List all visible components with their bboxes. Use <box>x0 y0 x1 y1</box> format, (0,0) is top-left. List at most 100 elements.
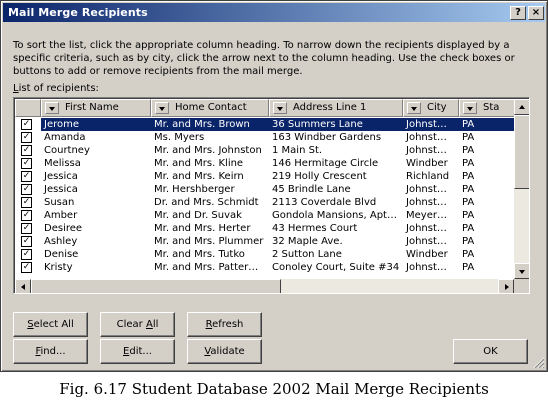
table-row[interactable]: ✓ Kristy Mr. and Mrs. Patter… Conoley Court… <box>15 261 515 274</box>
cell-contact: Mr. and Mrs. Herter <box>154 223 251 234</box>
list-of-recipients-label: List of recipients: <box>13 83 99 94</box>
cell-state: PA <box>462 171 475 182</box>
cell-address: 45 Brindle Lane <box>272 184 351 195</box>
cell-contact: Mr. and Mrs. Tutko <box>154 249 245 260</box>
header-state[interactable]: Sta <box>459 99 515 117</box>
refresh-button[interactable]: Refresh <box>187 312 262 337</box>
table-row[interactable]: ✓ Jessica Mr. and Mrs. Keirn 219 Holly Cres… <box>15 170 515 183</box>
table-row[interactable]: ✓ Susan Dr. and Mrs. Schmidt 2113 Coverdale… <box>15 196 515 209</box>
cell-contact: Mr. and Mrs. Patter… <box>154 262 259 273</box>
cell-first: Kristy <box>44 262 73 273</box>
cell-first: Desiree <box>44 223 83 234</box>
cell-contact: Mr. and Mrs. Plummer <box>154 236 264 247</box>
horizontal-scrollbar[interactable] <box>15 279 514 293</box>
cell-city: Johnst… <box>406 262 447 273</box>
clear-all-button[interactable]: Clear All <box>100 312 175 337</box>
arrow-down-icon <box>519 270 525 274</box>
mail-merge-recipients-dialog: Mail Merge Recipients ? × To sort the li… <box>0 0 548 372</box>
scroll-up-button[interactable] <box>514 99 529 115</box>
scrollbar-corner <box>514 279 529 293</box>
select-all-button[interactable]: Select All <box>13 312 88 337</box>
arrow-right-icon <box>505 284 509 290</box>
recipient-checkbox[interactable]: ✓ <box>21 132 32 143</box>
table-row[interactable]: ✓ Desiree Mr. and Mrs. Herter 43 Hermes Cou… <box>15 222 515 235</box>
vertical-scrollbar[interactable] <box>514 99 529 279</box>
cell-state: PA <box>462 210 475 221</box>
recipient-checkbox[interactable]: ✓ <box>21 184 32 195</box>
recipient-checkbox[interactable]: ✓ <box>21 197 32 208</box>
table-row[interactable]: ✓ Jerome Mr. and Mrs. Brown 36 Summers Lane… <box>15 118 515 131</box>
cell-first: Susan <box>44 197 75 208</box>
cell-address: 36 Summers Lane <box>269 118 403 131</box>
cell-first: Courtney <box>44 145 90 156</box>
recipient-checkbox[interactable]: ✓ <box>21 223 32 234</box>
header-checkbox-column[interactable] <box>15 99 41 117</box>
cell-first: Jerome <box>41 118 151 131</box>
table-row[interactable]: ✓ Melissa Mr. and Mrs. Kline 146 Hermitage … <box>15 157 515 170</box>
cell-state: PA <box>462 132 475 143</box>
resize-grip-icon[interactable] <box>533 357 545 369</box>
table-row[interactable]: ✓ Amanda Ms. Myers 163 Windber Gardens Johns… <box>15 131 515 144</box>
recipient-checkbox[interactable]: ✓ <box>21 171 32 182</box>
cell-city: Johnst… <box>406 132 447 143</box>
header-city[interactable]: City <box>403 99 459 117</box>
column-header-row: First Name Home Contact Address Line 1 C… <box>15 99 515 117</box>
recipient-checkbox[interactable]: ✓ <box>21 119 32 130</box>
cell-contact: Mr. and Mrs. Kline <box>154 158 244 169</box>
recipient-checkbox[interactable]: ✓ <box>21 236 32 247</box>
cell-contact: Dr. and Mrs. Schmidt <box>154 197 259 208</box>
cell-address: Gondola Mansions, Apt… <box>272 210 397 221</box>
header-address-line-1[interactable]: Address Line 1 <box>269 99 403 117</box>
recipient-checkbox[interactable]: ✓ <box>21 210 32 221</box>
table-row[interactable]: ✓ Courtney Mr. and Mrs. Johnston 1 Main St.… <box>15 144 515 157</box>
scroll-left-button[interactable] <box>15 279 31 293</box>
filter-arrow-icon[interactable] <box>45 102 59 114</box>
instructions-text: To sort the list, click the appropriate … <box>13 40 515 77</box>
cell-city: Windber <box>406 158 448 169</box>
scroll-right-button[interactable] <box>498 279 514 293</box>
close-button[interactable]: × <box>528 6 544 20</box>
recipient-checkbox[interactable]: ✓ <box>21 262 32 273</box>
cell-address: 163 Windber Gardens <box>272 132 382 143</box>
cell-address: Conoley Court, Suite #34 <box>272 262 400 273</box>
table-row[interactable]: ✓ Jessica Mr. Hershberger 45 Brindle Lane Jo… <box>15 183 515 196</box>
cell-contact: Mr. and Mrs. Johnston <box>154 145 262 156</box>
help-button[interactable]: ? <box>510 6 526 20</box>
scroll-down-button[interactable] <box>514 263 529 279</box>
table-row[interactable]: ✓ Ashley Mr. and Mrs. Plummer 32 Maple Ave.… <box>15 235 515 248</box>
filter-arrow-icon[interactable] <box>273 102 287 114</box>
cell-city: Johnst… <box>406 184 447 195</box>
recipient-checkbox[interactable]: ✓ <box>21 158 32 169</box>
cell-city: Johnst… <box>406 236 447 247</box>
cell-first: Jessica <box>44 171 78 182</box>
recipient-checkbox[interactable]: ✓ <box>21 249 32 260</box>
recipient-checkbox[interactable]: ✓ <box>21 145 32 156</box>
cell-city: Windber <box>406 249 448 260</box>
edit-button[interactable]: Edit... <box>100 339 175 364</box>
vertical-scroll-thumb[interactable] <box>514 115 529 189</box>
title-bar[interactable]: Mail Merge Recipients ? × <box>3 3 545 22</box>
cell-address: 32 Maple Ave. <box>272 236 343 247</box>
table-row[interactable]: ✓ Denise Mr. and Mrs. Tutko 2 Sutton Lane Wi… <box>15 248 515 261</box>
cell-first: Amanda <box>44 132 86 143</box>
cell-city: Richland <box>406 171 450 182</box>
header-home-contact[interactable]: Home Contact <box>151 99 269 117</box>
header-first-name[interactable]: First Name <box>41 99 151 117</box>
cell-state: PA <box>462 197 475 208</box>
horizontal-scroll-thumb[interactable] <box>31 279 281 293</box>
recipients-grid[interactable]: First Name Home Contact Address Line 1 C… <box>13 97 530 294</box>
filter-arrow-icon[interactable] <box>463 102 477 114</box>
ok-button[interactable]: OK <box>453 339 528 364</box>
figure-caption: Fig. 6.17 Student Database 2002 Mail Mer… <box>59 380 489 398</box>
arrow-left-icon <box>21 284 25 290</box>
find-button[interactable]: Find... <box>13 339 88 364</box>
table-row[interactable]: ✓ Amber Mr. and Dr. Suvak Gondola Mansions,… <box>15 209 515 222</box>
cell-city: Johnst… <box>406 223 447 234</box>
cell-state: PA <box>462 223 475 234</box>
cell-contact: Mr. and Dr. Suvak <box>154 210 242 221</box>
validate-button[interactable]: Validate <box>187 339 262 364</box>
cell-state: PA <box>462 158 475 169</box>
filter-arrow-icon[interactable] <box>407 102 421 114</box>
cell-city: Johnst… <box>406 145 447 156</box>
filter-arrow-icon[interactable] <box>155 102 169 114</box>
